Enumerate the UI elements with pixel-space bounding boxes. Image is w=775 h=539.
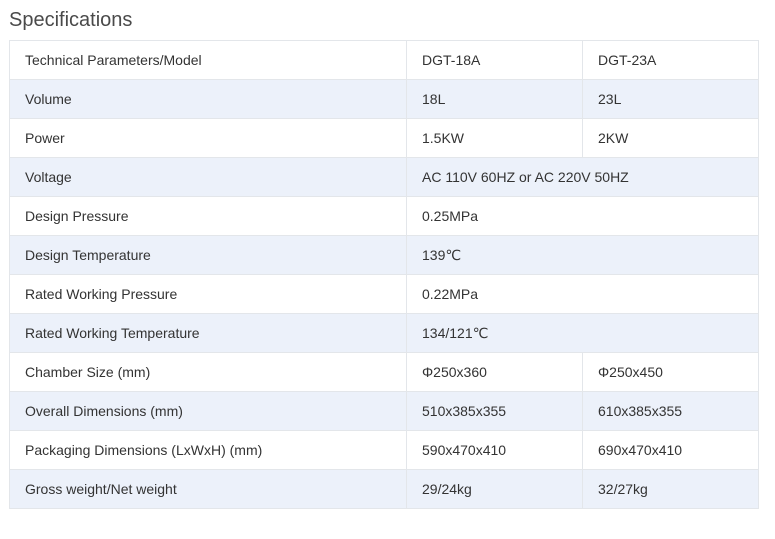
table-cell: 690x470x410 [582, 430, 759, 470]
row-label: Rated Working Pressure [9, 274, 407, 314]
table-cell: 590x470x410 [406, 430, 583, 470]
table-row: Rated Working Pressure 0.22MPa [9, 274, 759, 314]
table-cell: 29/24kg [406, 469, 583, 509]
table-row: Chamber Size (mm) Φ250x360 Φ250x450 [9, 352, 759, 392]
table-cell-merged: 0.22MPa [406, 274, 759, 314]
table-row: Overall Dimensions (mm) 510x385x355 610x… [9, 391, 759, 431]
row-label: Packaging Dimensions (LxWxH) (mm) [9, 430, 407, 470]
table-header-cell: DGT-18A [406, 40, 583, 80]
table-row: Power 1.5KW 2KW [9, 118, 759, 158]
table-cell: 510x385x355 [406, 391, 583, 431]
table-row: Volume 18L 23L [9, 79, 759, 119]
table-cell: 610x385x355 [582, 391, 759, 431]
row-label: Overall Dimensions (mm) [9, 391, 407, 431]
table-cell: Φ250x450 [582, 352, 759, 392]
table-cell: 2KW [582, 118, 759, 158]
table-header-cell: Technical Parameters/Model [9, 40, 407, 80]
table-row: Voltage AC 110V 60HZ or AC 220V 50HZ [9, 157, 759, 197]
table-cell: 23L [582, 79, 759, 119]
table-row: Rated Working Temperature 134/121℃ [9, 313, 759, 353]
table-row: Gross weight/Net weight 29/24kg 32/27kg [9, 469, 759, 509]
table-cell-merged: 139℃ [406, 235, 759, 275]
row-label: Power [9, 118, 407, 158]
table-cell: 1.5KW [406, 118, 583, 158]
row-label: Gross weight/Net weight [9, 469, 407, 509]
table-cell-merged: AC 110V 60HZ or AC 220V 50HZ [406, 157, 759, 197]
specifications-page: Specifications Technical Parameters/Mode… [0, 0, 775, 539]
table-cell: Φ250x360 [406, 352, 583, 392]
table-cell: 18L [406, 79, 583, 119]
table-cell: 32/27kg [582, 469, 759, 509]
table-row: Packaging Dimensions (LxWxH) (mm) 590x47… [9, 430, 759, 470]
table-header-cell: DGT-23A [582, 40, 759, 80]
table-row: Design Temperature 139℃ [9, 235, 759, 275]
row-label: Design Temperature [9, 235, 407, 275]
row-label: Voltage [9, 157, 407, 197]
row-label: Rated Working Temperature [9, 313, 407, 353]
table-header-row: Technical Parameters/Model DGT-18A DGT-2… [9, 40, 759, 80]
page-title: Specifications [9, 9, 133, 31]
row-label: Chamber Size (mm) [9, 352, 407, 392]
specifications-table: Technical Parameters/Model DGT-18A DGT-2… [9, 40, 759, 509]
table-cell-merged: 134/121℃ [406, 313, 759, 353]
table-row: Design Pressure 0.25MPa [9, 196, 759, 236]
row-label: Volume [9, 79, 407, 119]
table-cell-merged: 0.25MPa [406, 196, 759, 236]
row-label: Design Pressure [9, 196, 407, 236]
